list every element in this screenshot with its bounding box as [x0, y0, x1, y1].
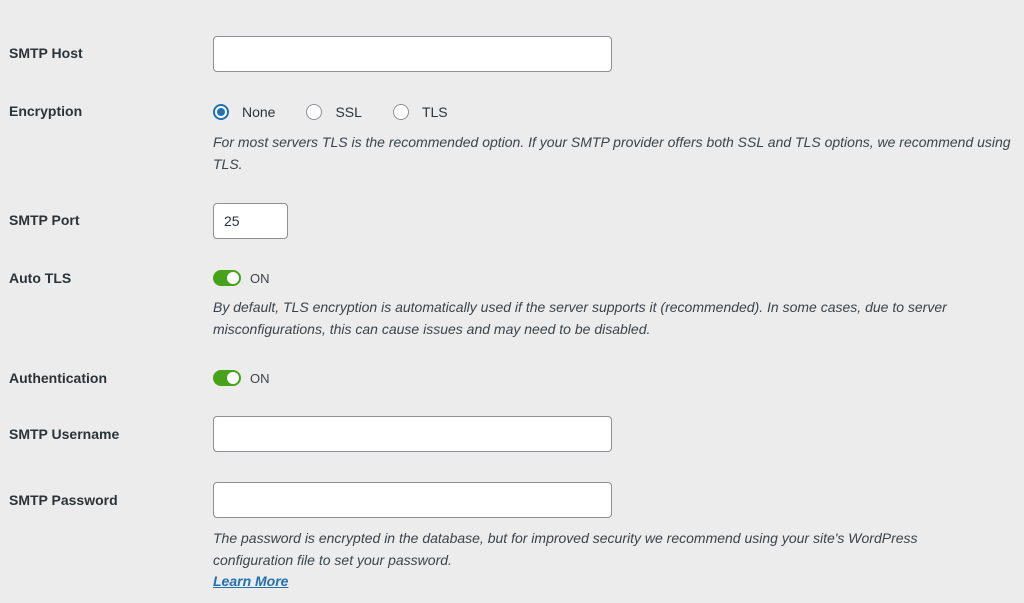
encryption-row: Encryption None SSL TLS For most servers… — [0, 100, 1024, 180]
authentication-toggle-wrap: ON — [213, 370, 270, 386]
smtp-password-description: The password is encrypted in the databas… — [213, 528, 973, 593]
smtp-host-input[interactable] — [213, 36, 612, 72]
auto-tls-toggle[interactable] — [213, 270, 241, 286]
smtp-password-label: SMTP Password — [9, 492, 118, 508]
auto-tls-description: By default, TLS encryption is automatica… — [213, 299, 947, 337]
toggle-knob — [227, 272, 239, 284]
radio-ssl-label: SSL — [335, 104, 362, 120]
smtp-port-label: SMTP Port — [9, 212, 80, 228]
authentication-row: Authentication ON — [0, 368, 1024, 390]
smtp-username-row: SMTP Username — [0, 416, 1024, 452]
auto-tls-toggle-wrap: ON — [213, 270, 270, 286]
encryption-option-tls[interactable]: TLS — [392, 104, 448, 120]
smtp-username-label: SMTP Username — [9, 426, 120, 442]
authentication-label: Authentication — [9, 370, 107, 386]
smtp-host-row: SMTP Host — [0, 36, 1024, 72]
auto-tls-label: Auto TLS — [9, 270, 72, 286]
encryption-label: Encryption — [9, 103, 83, 119]
authentication-toggle[interactable] — [213, 370, 241, 386]
learn-more-link[interactable]: Learn More — [213, 573, 288, 589]
smtp-password-input[interactable] — [213, 482, 612, 518]
encryption-radio-group: None SSL TLS — [213, 104, 479, 120]
smtp-username-input[interactable] — [213, 416, 612, 452]
smtp-port-input[interactable] — [213, 203, 288, 239]
radio-none-label: None — [242, 104, 276, 120]
radio-ssl[interactable] — [306, 104, 323, 120]
encryption-option-ssl[interactable]: SSL — [306, 104, 362, 120]
encryption-description: For most servers TLS is the recommended … — [213, 134, 1011, 172]
smtp-password-description-text: The password is encrypted in the databas… — [213, 530, 918, 568]
encryption-option-none[interactable]: None — [213, 104, 275, 120]
smtp-host-label: SMTP Host — [9, 45, 83, 61]
toggle-knob — [227, 372, 239, 384]
auto-tls-row: Auto TLS ON By default, TLS encryption i… — [0, 268, 1024, 340]
smtp-password-row: SMTP Password The password is encrypted … — [0, 482, 1024, 592]
authentication-state: ON — [250, 370, 270, 386]
auto-tls-state: ON — [250, 270, 270, 286]
radio-tls[interactable] — [392, 104, 409, 120]
radio-tls-label: TLS — [421, 104, 448, 120]
smtp-port-row: SMTP Port — [0, 203, 1024, 239]
radio-none[interactable] — [213, 104, 229, 120]
